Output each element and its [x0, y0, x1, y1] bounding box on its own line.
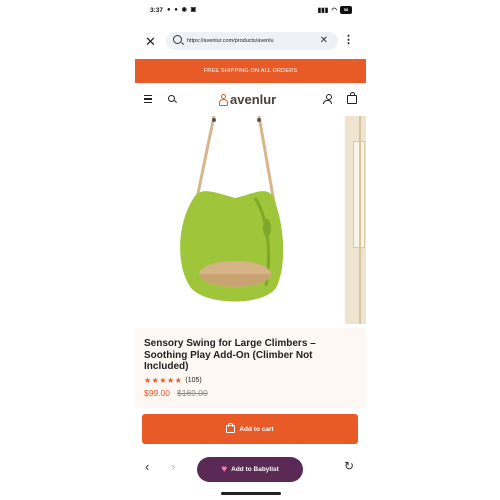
babylist-label: Add to Babylist [231, 466, 279, 473]
browser-toolbar: ✕ https://avenlur.com/products/avenlu ✕ … [135, 28, 366, 54]
menu-icon[interactable] [144, 95, 152, 103]
logo-icon [219, 93, 228, 106]
forward-icon[interactable]: › [171, 459, 175, 474]
bag-icon[interactable] [347, 92, 357, 104]
browser-bottom-bar: ‹ › ♥ Add to Babylist ↻ [135, 452, 366, 488]
status-time: 3:37 [150, 7, 164, 14]
search-icon[interactable] [168, 95, 175, 102]
status-bar: 3:37 ● ● ◉ ▣ ▮▮▮ ◠ 58 [135, 6, 366, 18]
signal-icon: ▮▮▮ [317, 7, 329, 14]
phone-screen: 3:37 ● ● ◉ ▣ ▮▮▮ ◠ 58 ✕ https://avenlur.… [135, 0, 366, 500]
clear-icon[interactable]: ✕ [320, 35, 328, 46]
product-title: Sensory Swing for Large Climbers – Sooth… [144, 338, 316, 372]
compare-price: $169.00 [177, 388, 208, 398]
url-text: https://avenlur.com/products/avenlu [187, 38, 274, 44]
add-to-cart-bar: Add to cart [135, 410, 366, 450]
next-product-image[interactable] [345, 116, 366, 324]
review-count: (105) [185, 377, 202, 384]
home-indicator[interactable] [221, 492, 281, 495]
product-gallery[interactable] [135, 116, 366, 324]
status-indicators: ▮▮▮ ◠ 58 [318, 6, 352, 14]
user-icon[interactable] [323, 94, 332, 104]
cart-icon [226, 423, 236, 433]
close-icon[interactable]: ✕ [145, 34, 156, 50]
product-image[interactable] [135, 116, 344, 324]
back-icon[interactable]: ‹ [145, 459, 149, 474]
site-logo[interactable]: avenlur [219, 92, 276, 107]
reload-icon[interactable]: ↻ [344, 459, 354, 473]
heart-icon: ♥ [221, 464, 228, 475]
site-header: avenlur [135, 86, 366, 112]
battery-icon: 58 [340, 6, 352, 14]
promo-banner: FREE SHIPPING ON ALL ORDERS [135, 59, 366, 83]
more-icon[interactable]: ⋮ [343, 33, 354, 46]
address-bar[interactable]: https://avenlur.com/products/avenlu ✕ [166, 32, 338, 50]
sale-price: $99.00 [144, 388, 170, 398]
star-rating-icon: ★★★★★ [144, 376, 183, 385]
add-to-babylist-button[interactable]: ♥ Add to Babylist [197, 457, 303, 482]
add-to-cart-button[interactable]: Add to cart [142, 414, 358, 444]
product-rating[interactable]: ★★★★★ (105) [144, 376, 202, 385]
search-icon [173, 35, 182, 44]
logo-text: avenlur [230, 92, 277, 107]
wifi-icon: ◠ [331, 7, 337, 14]
product-info: Sensory Swing for Large Climbers – Sooth… [135, 328, 366, 408]
notification-icons: ● ● ◉ ▣ [167, 7, 198, 13]
add-to-cart-label: Add to cart [239, 425, 274, 433]
